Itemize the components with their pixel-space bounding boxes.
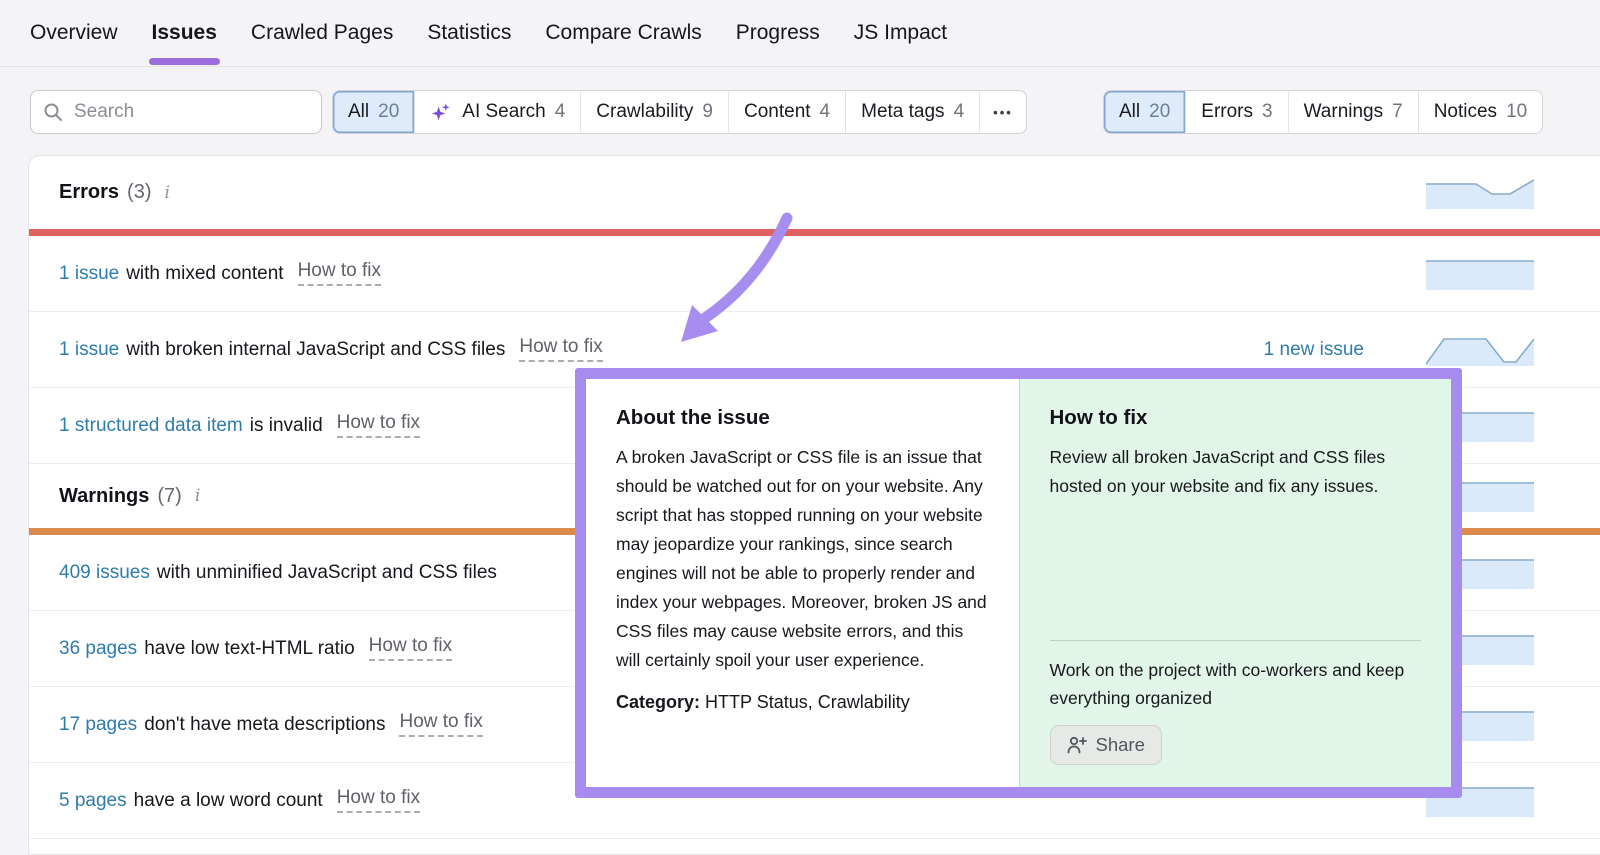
filter-content[interactable]: Content 4 [728, 91, 845, 133]
category-line: Category: HTTP Status, Crawlability [616, 692, 989, 713]
tab-overview[interactable]: Overview [30, 0, 118, 66]
search-input[interactable] [72, 100, 309, 124]
tab-js-impact[interactable]: JS Impact [854, 0, 947, 66]
info-icon[interactable]: i [195, 486, 200, 506]
issue-text: with unminified JavaScript and CSS files [157, 562, 497, 584]
search-icon [43, 102, 63, 122]
chip-label: AI Search [462, 101, 545, 123]
issue-detail-popup: About the issue A broken JavaScript or C… [575, 368, 1462, 798]
new-issue-badge: 1 new issue [1164, 339, 1364, 361]
chip-label: Meta tags [861, 101, 944, 123]
chip-count: 3 [1262, 101, 1273, 123]
section-count: (3) [127, 181, 151, 204]
tab-progress[interactable]: Progress [736, 0, 820, 66]
filter-crawlability[interactable]: Crawlability 9 [580, 91, 728, 133]
tab-statistics[interactable]: Statistics [427, 0, 511, 66]
search-box [30, 90, 322, 134]
info-icon[interactable]: i [164, 183, 169, 203]
issue-text: with mixed content [126, 263, 283, 285]
chip-count: 4 [555, 101, 566, 123]
chip-label: Crawlability [596, 101, 693, 123]
section-title: Errors [59, 181, 119, 204]
issue-text: don't have meta descriptions [144, 714, 385, 736]
chip-count: 9 [702, 101, 713, 123]
about-the-issue-panel: About the issue A broken JavaScript or C… [586, 379, 1019, 787]
chip-count: 20 [1149, 101, 1170, 123]
chip-count: 4 [954, 101, 965, 123]
issue-count-link[interactable]: 409 issues [59, 562, 150, 584]
category-filter-group: All 20 AI Search 4 Crawlability 9 Conten… [332, 90, 1027, 134]
fix-title: How to fix [1050, 406, 1422, 430]
ellipsis-icon: ••• [993, 105, 1013, 120]
chip-count: 10 [1506, 101, 1527, 123]
issue-text: is invalid [250, 415, 323, 437]
issue-count-link[interactable]: 5 pages [59, 790, 127, 812]
chip-label: Errors [1201, 101, 1253, 123]
chip-count: 7 [1392, 101, 1403, 123]
issue-text: have a low word count [134, 790, 323, 812]
audit-nav-tabs: Overview Issues Crawled Pages Statistics… [0, 0, 1600, 67]
errors-section-header: Errors (3) i [29, 156, 1600, 229]
chip-count: 4 [820, 101, 831, 123]
category-value: HTTP Status, Crawlability [705, 692, 910, 712]
errors-severity-bar [29, 229, 1600, 236]
how-to-fix-panel: How to fix Review all broken JavaScript … [1019, 379, 1452, 787]
chip-count: 20 [378, 101, 399, 123]
panel-divider [1050, 640, 1422, 641]
share-button[interactable]: Share [1050, 725, 1162, 765]
how-to-fix-link[interactable]: How to fix [369, 636, 452, 661]
issue-text: have low text-HTML ratio [144, 638, 354, 660]
how-to-fix-link[interactable]: How to fix [298, 261, 381, 286]
about-title: About the issue [616, 406, 989, 430]
add-user-icon [1067, 736, 1087, 754]
tab-issues[interactable]: Issues [152, 0, 217, 66]
how-to-fix-link[interactable]: How to fix [519, 337, 602, 362]
chip-label: Warnings [1304, 101, 1384, 123]
severity-filter-group: All 20 Errors 3 Warnings 7 Notices 10 [1103, 90, 1543, 134]
filter-meta-tags[interactable]: Meta tags 4 [845, 91, 979, 133]
ai-sparkles-icon [430, 101, 453, 124]
trend-sparkline [1426, 177, 1534, 209]
issue-count-link[interactable]: 1 structured data item [59, 415, 243, 437]
issue-count-link[interactable]: 17 pages [59, 714, 137, 736]
more-filters-button[interactable]: ••• [979, 91, 1026, 133]
collab-text: Work on the project with co-workers and … [1050, 656, 1422, 712]
filter-all-severities[interactable]: All 20 [1104, 91, 1185, 133]
chip-label: All [1119, 101, 1140, 123]
how-to-fix-link[interactable]: How to fix [337, 788, 420, 813]
section-count: (7) [157, 485, 181, 508]
share-label: Share [1096, 734, 1145, 756]
issue-row-mixed-content: 1 issue with mixed content How to fix [29, 236, 1600, 312]
issue-count-link[interactable]: 1 issue [59, 339, 119, 361]
about-body: A broken JavaScript or CSS file is an is… [616, 443, 989, 675]
how-to-fix-link[interactable]: How to fix [337, 413, 420, 438]
section-title: Warnings [59, 485, 149, 508]
tab-compare-crawls[interactable]: Compare Crawls [545, 0, 701, 66]
chip-label: Notices [1434, 101, 1497, 123]
filter-notices[interactable]: Notices 10 [1418, 91, 1543, 133]
filter-ai-search[interactable]: AI Search 4 [414, 91, 580, 133]
filter-all-categories[interactable]: All 20 [333, 91, 414, 133]
tab-crawled-pages[interactable]: Crawled Pages [251, 0, 393, 66]
issue-text: with broken internal JavaScript and CSS … [126, 339, 505, 361]
filter-warnings[interactable]: Warnings 7 [1288, 91, 1418, 133]
chip-label: Content [744, 101, 811, 123]
category-label: Category: [616, 692, 700, 712]
how-to-fix-link[interactable]: How to fix [399, 712, 482, 737]
filter-errors[interactable]: Errors 3 [1185, 91, 1287, 133]
chip-label: All [348, 101, 369, 123]
issue-count-link[interactable]: 1 issue [59, 263, 119, 285]
fix-body: Review all broken JavaScript and CSS fil… [1050, 443, 1422, 501]
trend-sparkline [1426, 334, 1534, 366]
issue-count-link[interactable]: 36 pages [59, 638, 137, 660]
trend-sparkline [1426, 258, 1534, 290]
